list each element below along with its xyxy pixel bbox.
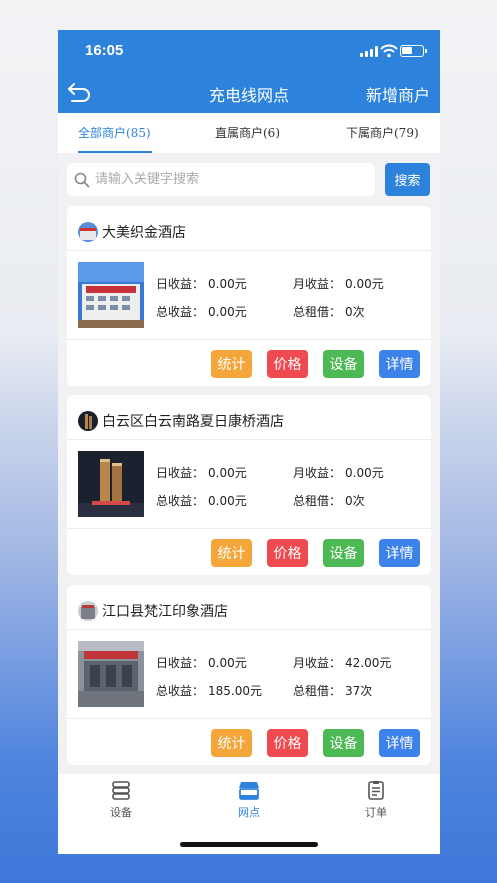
tab-sub-merchants[interactable]: 下属商户(79)	[346, 124, 419, 141]
merchant-name: 江口县梵江印象酒店	[102, 604, 228, 620]
search-button[interactable]: 搜索	[385, 163, 430, 196]
merchant-card[interactable]: 江口县梵江印象酒店 日收益： 0.00元 月收益： 42.00元 总收益： 18…	[67, 585, 431, 765]
stats-button[interactable]: 统计	[211, 350, 252, 378]
card-actions: 统计 价格 设备 详情	[67, 340, 431, 386]
card-actions: 统计 价格 设备 详情	[67, 529, 431, 575]
card-actions: 统计 价格 设备 详情	[67, 719, 431, 765]
total-rentals-label: 总租借：	[293, 684, 342, 698]
monthly-income-label: 月收益：	[293, 277, 342, 291]
page-title: 充电线网点	[208, 86, 289, 105]
monthly-income-label: 月收益：	[293, 656, 342, 670]
daily-income-label: 日收益：	[156, 466, 205, 480]
status-bar: 16:05	[58, 30, 440, 74]
price-button[interactable]: 价格	[267, 729, 308, 757]
total-rentals-value: 0次	[345, 305, 365, 319]
active-tab-indicator	[78, 151, 152, 153]
merchant-avatar	[78, 411, 98, 431]
card-body: 日收益： 0.00元 月收益： 0.00元 总收益： 0.00元 总租借： 0次	[67, 440, 431, 529]
device-button[interactable]: 设备	[323, 539, 364, 567]
total-rentals-value: 0次	[345, 494, 365, 508]
daily-income-value: 0.00元	[208, 466, 247, 480]
price-button[interactable]: 价格	[267, 539, 308, 567]
tab-all-merchants[interactable]: 全部商户(85)	[78, 124, 151, 141]
search-icon	[74, 172, 90, 188]
card-header: 白云区白云南路夏日康桥酒店	[67, 395, 431, 440]
monthly-income-value: 0.00元	[345, 277, 384, 291]
order-icon	[368, 781, 384, 800]
daily-income-value: 0.00元	[208, 277, 247, 291]
nav-label-stores: 网点	[238, 806, 260, 819]
daily-income-label: 日收益：	[156, 656, 205, 670]
price-button[interactable]: 价格	[267, 350, 308, 378]
search-bar	[67, 163, 375, 196]
detail-button[interactable]: 详情	[379, 729, 420, 757]
total-rentals-label: 总租借：	[293, 305, 342, 319]
device-button[interactable]: 设备	[323, 350, 364, 378]
signal-icon	[360, 46, 378, 57]
nav-label-devices: 设备	[110, 806, 132, 819]
monthly-income-value: 0.00元	[345, 466, 384, 480]
merchant-avatar	[78, 222, 98, 242]
tab-direct-merchants[interactable]: 直属商户(6)	[215, 124, 280, 141]
monthly-income-value: 42.00元	[345, 656, 392, 670]
merchant-card[interactable]: 白云区白云南路夏日康桥酒店 日收益： 0.00元 月收益： 0.00元 总收益：…	[67, 395, 431, 575]
total-income-value: 0.00元	[208, 494, 247, 508]
merchant-photo	[78, 641, 144, 707]
search-input[interactable]	[95, 163, 365, 196]
app-screen: 16:05 充电线网点 新增商户 全部商户(85) 直属商户(6) 下属商户(7…	[58, 30, 440, 854]
nav-item-devices[interactable]: 设备	[81, 780, 161, 820]
wifi-icon	[380, 44, 398, 58]
merchant-photo	[78, 262, 144, 328]
stats-button[interactable]: 统计	[211, 729, 252, 757]
card-header: 大美织金酒店	[67, 206, 431, 251]
battery-icon	[400, 45, 427, 57]
add-merchant-button[interactable]: 新增商户	[366, 82, 430, 106]
merchant-photo	[78, 451, 144, 517]
total-rentals-label: 总租借：	[293, 494, 342, 508]
total-rentals-value: 37次	[345, 684, 373, 698]
status-time: 16:05	[85, 42, 124, 59]
daily-income-label: 日收益：	[156, 277, 205, 291]
merchant-tabs: 全部商户(85) 直属商户(6) 下属商户(79)	[58, 113, 440, 153]
merchant-card[interactable]: 大美织金酒店 日收益： 0.00元 月收益： 0.00元 总收益： 0.00元	[67, 206, 431, 386]
stats-button[interactable]: 统计	[211, 539, 252, 567]
nav-item-stores[interactable]: 网点	[209, 780, 289, 820]
back-icon[interactable]	[66, 80, 92, 104]
header-bar: 16:05 充电线网点 新增商户	[58, 30, 440, 113]
card-body: 日收益： 0.00元 月收益： 42.00元 总收益： 185.00元 总租借：…	[67, 630, 431, 719]
card-body: 日收益： 0.00元 月收益： 0.00元 总收益： 0.00元 总租借： 0次	[67, 251, 431, 340]
merchant-name: 大美织金酒店	[102, 225, 186, 241]
store-icon	[239, 782, 259, 800]
detail-button[interactable]: 详情	[379, 539, 420, 567]
merchant-avatar	[78, 601, 98, 621]
total-income-value: 0.00元	[208, 305, 247, 319]
detail-button[interactable]: 详情	[379, 350, 420, 378]
merchant-name: 白云区白云南路夏日康桥酒店	[102, 414, 284, 430]
device-button[interactable]: 设备	[323, 729, 364, 757]
nav-item-orders[interactable]: 订单	[336, 780, 416, 820]
home-indicator	[180, 842, 318, 847]
total-income-label: 总收益：	[156, 305, 205, 319]
device-icon	[112, 781, 130, 800]
total-income-label: 总收益：	[156, 684, 205, 698]
monthly-income-label: 月收益：	[293, 466, 342, 480]
daily-income-value: 0.00元	[208, 656, 247, 670]
card-header: 江口县梵江印象酒店	[67, 585, 431, 630]
total-income-value: 185.00元	[208, 684, 262, 698]
nav-label-orders: 订单	[365, 806, 387, 819]
total-income-label: 总收益：	[156, 494, 205, 508]
